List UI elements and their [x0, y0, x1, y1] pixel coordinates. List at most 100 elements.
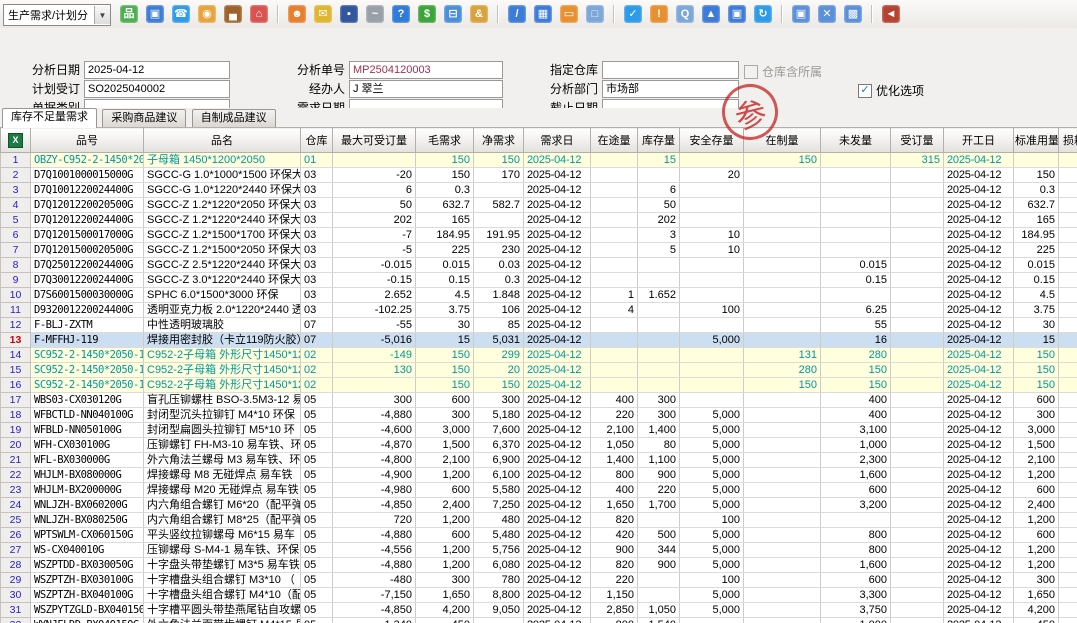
cell[interactable]: WPTSWLM-CX060150G [31, 528, 144, 543]
cell[interactable] [1059, 288, 1077, 303]
table-row[interactable]: 20WFH-CX030100G压铆螺钉 FH-M3-10 易车铁、环05-4,8… [1, 438, 1077, 453]
chevron-down-icon[interactable]: ▼ [94, 6, 110, 24]
cell[interactable]: 800 [821, 543, 891, 558]
cell[interactable]: 2025-04-12 [524, 198, 591, 213]
cell[interactable]: 05 [301, 528, 333, 543]
cell[interactable]: 600 [416, 393, 474, 408]
cell[interactable]: 1,650 [1014, 588, 1059, 603]
cell[interactable]: -5 [333, 243, 416, 258]
cell[interactable]: 2025-04-12 [944, 288, 1014, 303]
cell[interactable]: 2025-04-12 [524, 393, 591, 408]
cell[interactable]: 2.652 [333, 288, 416, 303]
cell[interactable]: WBS03-CX030120G [31, 393, 144, 408]
cell[interactable]: 1,050 [638, 603, 680, 618]
table-row[interactable]: 10D7S6001500030000GSPHC 6.0*1500*3000 环保… [1, 288, 1077, 303]
cell[interactable]: 2025-04-12 [944, 213, 1014, 228]
cell[interactable]: 2025-04-12 [944, 438, 1014, 453]
cell[interactable]: 1 [591, 288, 638, 303]
cell[interactable] [744, 423, 821, 438]
cell[interactable]: 500 [638, 528, 680, 543]
row-number[interactable]: 23 [1, 483, 31, 498]
cell[interactable]: -4,880 [333, 528, 416, 543]
cell[interactable]: 300 [638, 408, 680, 423]
cell[interactable]: WYNJFLDD-BX040150G [31, 618, 144, 623]
cell[interactable] [891, 213, 944, 228]
cell[interactable] [744, 543, 821, 558]
cell[interactable]: 1,600 [821, 468, 891, 483]
cell[interactable] [474, 183, 524, 198]
cell[interactable]: 02 [301, 348, 333, 363]
cell[interactable]: 15 [1014, 333, 1059, 348]
cell[interactable]: 压铆螺钉 FH-M3-10 易车铁、环 [144, 438, 301, 453]
cell[interactable] [1059, 333, 1077, 348]
cell[interactable]: WSZPYTZGLD-BX040150G [31, 603, 144, 618]
cell[interactable]: 220 [638, 483, 680, 498]
cell[interactable]: 2025-04-12 [524, 618, 591, 623]
cell[interactable]: 1.848 [474, 288, 524, 303]
cell[interactable]: 5,000 [680, 528, 744, 543]
cell[interactable]: 十字槽盘头组合螺钉 M3*10 （ [144, 573, 301, 588]
table-row[interactable]: 1OBZY-C952-2-1450*2050子母箱 1450*1200*2050… [1, 153, 1077, 168]
cell[interactable]: 0.3 [474, 273, 524, 288]
cell[interactable]: -5,016 [333, 333, 416, 348]
help-icon[interactable]: ? [392, 5, 410, 23]
cell[interactable] [821, 243, 891, 258]
cell[interactable] [891, 483, 944, 498]
excel-export-icon[interactable]: X [8, 133, 23, 148]
cell[interactable]: 2025-04-12 [944, 303, 1014, 318]
cell[interactable]: 03 [301, 288, 333, 303]
cell[interactable]: 420 [591, 528, 638, 543]
tab-purchase-suggestion[interactable]: 采购商品建议 [102, 109, 186, 127]
cell[interactable]: 2025-04-12 [944, 408, 1014, 423]
cell[interactable]: 1,100 [638, 453, 680, 468]
cell[interactable] [680, 378, 744, 393]
table-row[interactable]: 17WBS03-CX030120G盲孔压铆螺柱 BSO-3.5M3-12 易05… [1, 393, 1077, 408]
cell[interactable]: 150 [416, 348, 474, 363]
column-header-16[interactable]: 损耗量 [1059, 128, 1077, 153]
row-number[interactable]: 4 [1, 198, 31, 213]
table-row[interactable]: 9D7Q3001220024400GSGCC-Z 3.0*1220*2440 环… [1, 273, 1077, 288]
cell[interactable]: 150 [744, 153, 821, 168]
table-row[interactable]: 24WNLJZH-BX060200G内六角组合螺钉 M6*20（配平弹05-4,… [1, 498, 1077, 513]
cell[interactable]: 2025-04-12 [524, 183, 591, 198]
row-number[interactable]: 22 [1, 468, 31, 483]
cell[interactable] [891, 333, 944, 348]
table-row[interactable]: 26WPTSWLM-CX060150G平头竖纹拉铆螺母 M6*15 易车05-4… [1, 528, 1077, 543]
cell[interactable]: 2,400 [416, 498, 474, 513]
cell[interactable] [680, 393, 744, 408]
cell[interactable]: 600 [416, 528, 474, 543]
cell[interactable]: 1,000 [821, 438, 891, 453]
row-number[interactable]: 19 [1, 423, 31, 438]
cell[interactable]: 2025-04-12 [524, 318, 591, 333]
tab-shortage-demand[interactable]: 库存不足量需求 [2, 108, 97, 128]
cell[interactable] [744, 228, 821, 243]
cell[interactable] [680, 198, 744, 213]
cell[interactable]: 5,580 [474, 483, 524, 498]
cell[interactable] [744, 243, 821, 258]
cell[interactable]: 50 [333, 198, 416, 213]
cell[interactable]: 1,200 [1014, 543, 1059, 558]
cell[interactable]: 2025-04-12 [944, 558, 1014, 573]
cell[interactable]: 150 [416, 378, 474, 393]
cell[interactable]: 压铆螺母 S-M4-1 易车铁、环保 [144, 543, 301, 558]
cell[interactable] [680, 153, 744, 168]
cell[interactable]: 300 [1014, 408, 1059, 423]
cell[interactable]: 2025-04-12 [944, 273, 1014, 288]
cell[interactable]: 03 [301, 258, 333, 273]
cell[interactable] [744, 438, 821, 453]
table-row[interactable]: 6D7Q1201500017000GSGCC-Z 1.2*1500*1700 环… [1, 228, 1077, 243]
cell[interactable]: D7Q2501220024400G [31, 258, 144, 273]
cell[interactable]: 150 [416, 363, 474, 378]
cell[interactable]: 2025-04-12 [944, 468, 1014, 483]
cell[interactable] [591, 153, 638, 168]
cell[interactable]: 2025-04-12 [944, 228, 1014, 243]
chart-icon[interactable]: / [508, 5, 526, 23]
cell[interactable] [1059, 558, 1077, 573]
cell[interactable] [1059, 198, 1077, 213]
cell[interactable]: 2025-04-12 [944, 333, 1014, 348]
cell[interactable]: WFBCTLD-NN040100G [31, 408, 144, 423]
cell[interactable] [1059, 588, 1077, 603]
cell[interactable]: -4,556 [333, 543, 416, 558]
cell[interactable] [744, 258, 821, 273]
cell[interactable]: 外六角法兰螺母 M3 易车铁、环 [144, 453, 301, 468]
